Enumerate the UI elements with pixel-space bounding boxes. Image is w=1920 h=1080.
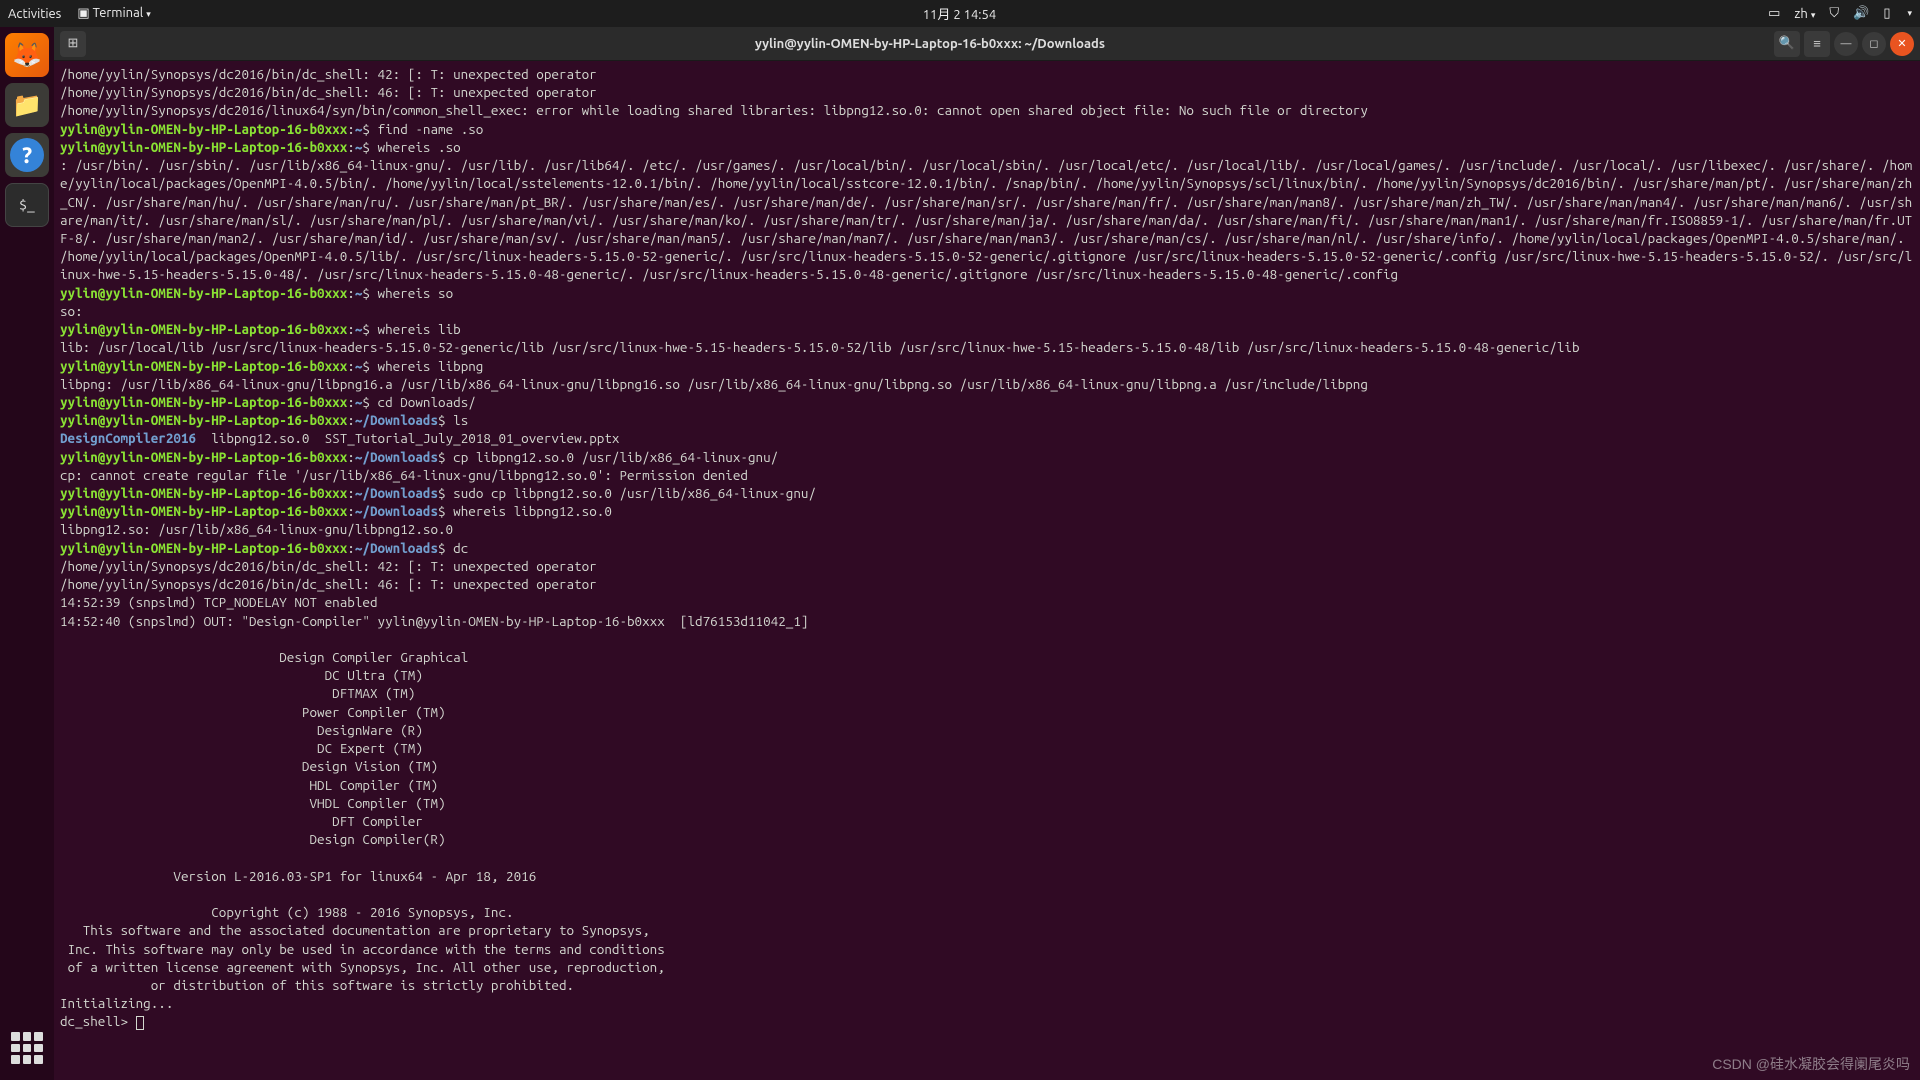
clock[interactable]: 11月 2 14:54 bbox=[151, 4, 1768, 23]
dock-firefox[interactable]: 🦊 bbox=[5, 33, 49, 77]
app-menu[interactable]: ▣ Terminal▾ bbox=[77, 6, 150, 21]
dock-help[interactable]: ? bbox=[5, 133, 49, 177]
network-icon[interactable]: ⛉ bbox=[1829, 6, 1839, 21]
hamburger-menu[interactable]: ≡ bbox=[1804, 31, 1830, 57]
system-menu-arrow[interactable]: ▾ bbox=[1907, 8, 1912, 19]
battery-icon[interactable]: ▯ bbox=[1883, 6, 1890, 21]
minimize-button[interactable]: — bbox=[1834, 32, 1858, 56]
watermark: CSDN @硅水凝胶会得阑尾炎吗 bbox=[1712, 1054, 1910, 1074]
dock-show-apps[interactable] bbox=[5, 1026, 49, 1070]
dock-files[interactable]: 📁 bbox=[5, 83, 49, 127]
maximize-button[interactable]: ◻ bbox=[1862, 32, 1886, 56]
terminal-window: ⊞ yylin@yylin-OMEN-by-HP-Laptop-16-b0xxx… bbox=[54, 27, 1920, 1080]
close-button[interactable]: ✕ bbox=[1890, 32, 1914, 56]
input-lang[interactable]: zh▾ bbox=[1794, 7, 1815, 21]
dock-terminal[interactable] bbox=[5, 183, 49, 227]
notification-icon[interactable]: ▭ bbox=[1768, 6, 1780, 21]
activities-button[interactable]: Activities bbox=[8, 7, 61, 21]
volume-icon[interactable]: 🔊 bbox=[1853, 6, 1869, 21]
top-panel: Activities ▣ Terminal▾ 11月 2 14:54 ▭ zh▾… bbox=[0, 0, 1920, 27]
search-button[interactable]: 🔍 bbox=[1774, 31, 1800, 57]
dock: 🦊 📁 ? bbox=[0, 27, 54, 1080]
titlebar: ⊞ yylin@yylin-OMEN-by-HP-Laptop-16-b0xxx… bbox=[54, 27, 1920, 61]
new-tab-button[interactable]: ⊞ bbox=[60, 31, 86, 57]
window-title: yylin@yylin-OMEN-by-HP-Laptop-16-b0xxx: … bbox=[86, 37, 1774, 51]
terminal-output[interactable]: /home/yylin/Synopsys/dc2016/bin/dc_shell… bbox=[54, 61, 1920, 1080]
cursor bbox=[136, 1016, 144, 1030]
